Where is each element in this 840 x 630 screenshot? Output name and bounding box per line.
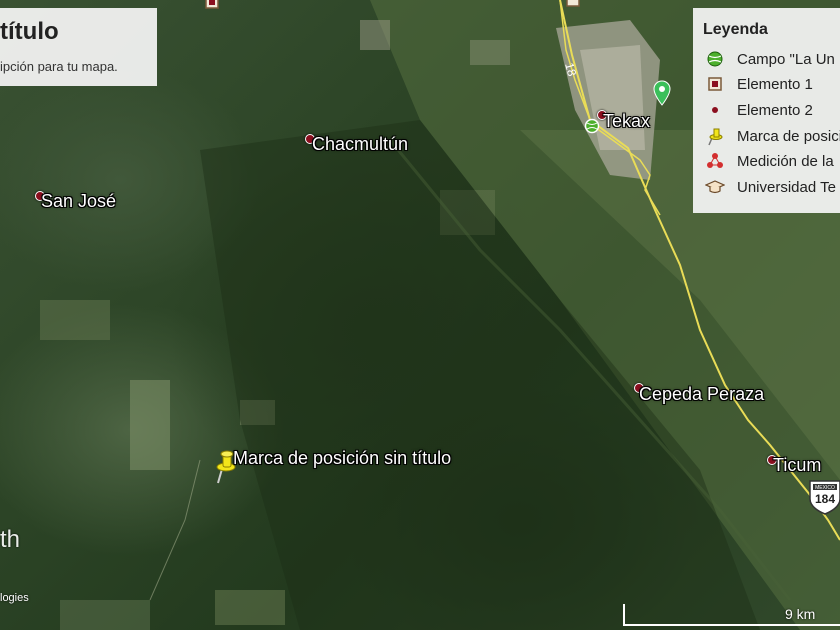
route-shield-icon: MEXICO 184 (809, 480, 840, 515)
legend-panel[interactable]: Leyenda Campo "La Un Elemento 1 Elemento… (693, 8, 840, 213)
settlement-patch (360, 20, 390, 50)
field-patch (60, 600, 150, 630)
route-shield-country: MEXICO (815, 485, 835, 491)
green-location-pin-icon[interactable] (653, 80, 671, 106)
legend-item[interactable]: Medición de la (705, 150, 834, 172)
watermark-fragment: th (0, 526, 21, 553)
legend-item-label: Medición de la (737, 152, 834, 170)
place-label-ticum[interactable]: Ticum (773, 455, 821, 476)
field-patch (130, 380, 170, 470)
place-label-san-jose[interactable]: San José (41, 191, 116, 212)
map-canvas[interactable]: 18 título ipción para tu mapa. Chacmultú… (0, 0, 840, 630)
map-title: título (0, 18, 59, 45)
ball-icon (705, 49, 725, 69)
legend-item[interactable]: Elemento 2 (705, 99, 813, 121)
ball-icon[interactable] (584, 118, 600, 134)
scale-bar-label: 9 km (785, 606, 816, 622)
graduation-cap-icon (705, 177, 725, 197)
legend-heading: Leyenda (703, 21, 768, 38)
scale-bar-line (623, 624, 840, 626)
imagery-attribution: logies (0, 592, 29, 604)
track-path (149, 459, 201, 601)
legend-item[interactable]: Elemento 1 (705, 73, 813, 95)
field-patch (215, 590, 285, 625)
place-label-chacmultun[interactable]: Chacmultún (312, 134, 408, 155)
map-title-panel[interactable]: título ipción para tu mapa. (0, 8, 157, 86)
settlement-patch (470, 40, 510, 65)
legend-item[interactable]: Universidad Te (705, 176, 836, 198)
route-shield-number: 184 (815, 492, 835, 506)
place-label-cepeda-peraza[interactable]: Cepeda Peraza (639, 384, 764, 405)
scale-bar: 9 km (623, 604, 840, 626)
yellow-pushpin-icon (705, 126, 725, 146)
place-label-tekax[interactable]: Tekax (603, 111, 650, 132)
legend-item-label: Universidad Te (737, 178, 836, 196)
red-dot-icon (705, 100, 725, 120)
square-marker-icon[interactable] (566, 0, 580, 8)
pushpin-label[interactable]: Marca de posición sin título (233, 448, 451, 469)
legend-item-label: Elemento 1 (737, 75, 813, 93)
legend-item-label: Marca de posici (737, 127, 840, 145)
square-marker-icon[interactable] (205, 0, 219, 10)
scale-bar-tick (623, 604, 625, 626)
legend-item-label: Campo "La Un (737, 50, 835, 68)
legend-item[interactable]: Marca de posici (705, 125, 840, 147)
legend-item[interactable]: Campo "La Un (705, 48, 835, 70)
legend-item-label: Elemento 2 (737, 101, 813, 119)
measurement-icon (705, 151, 725, 171)
field-patch (40, 300, 110, 340)
map-description: ipción para tu mapa. (0, 59, 118, 74)
square-marker-icon (705, 74, 725, 94)
